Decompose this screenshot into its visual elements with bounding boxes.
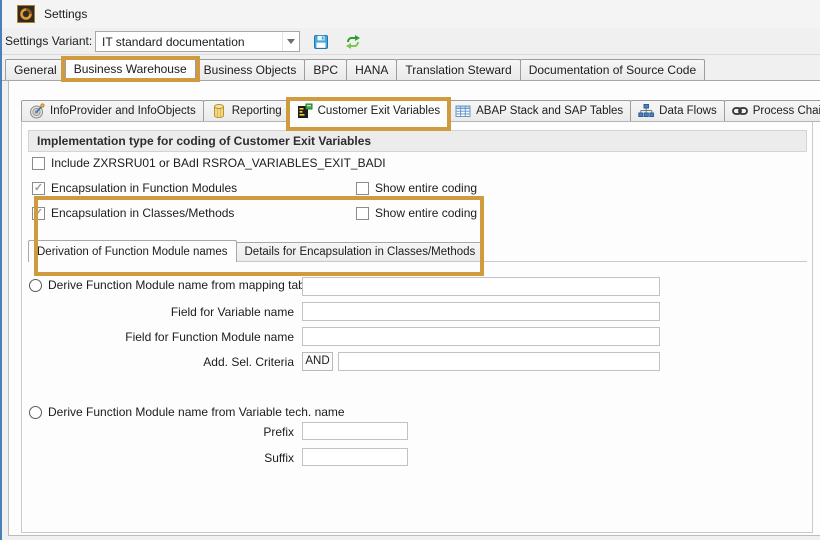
include-zxrsru01-checkbox[interactable]	[32, 157, 45, 170]
tab-details-for-encapsulation-in-classes-methods[interactable]: Details for Encapsulation in Classes/Met…	[236, 242, 485, 261]
encapsulation-function-modules-checkbox[interactable]: ✓	[32, 182, 45, 195]
gear-swirl-icon	[17, 5, 35, 23]
prefix-input[interactable]	[302, 422, 408, 440]
checkbox-label: Encapsulation in Classes/Methods	[51, 206, 234, 220]
save-button[interactable]	[311, 32, 331, 52]
tab-derivation-of-function-module-names[interactable]: Derivation of Function Module names	[28, 240, 237, 262]
variables-icon	[297, 103, 313, 119]
settings-variant-combobox[interactable]: IT standard documentation	[95, 31, 300, 52]
settings-variant-toolbar: Settings Variant: IT standard documentat…	[0, 28, 820, 55]
radio-row-mapping-table: Derive Function Module name from mapping…	[29, 275, 314, 295]
sap-table-icon	[455, 103, 471, 119]
refresh-button[interactable]	[343, 32, 363, 52]
radio-label: Derive Function Module name from Variabl…	[48, 405, 345, 419]
field-for-function-module-name-input[interactable]	[302, 327, 660, 346]
checkbox-row-encapsulation-function-modules: ✓ Encapsulation in Function Modules Show…	[32, 179, 802, 197]
tab-business-objects[interactable]: Business Objects	[195, 59, 306, 80]
suffix-input[interactable]	[302, 448, 408, 466]
suffix-label: Suffix	[22, 449, 294, 468]
tab-general[interactable]: General	[5, 59, 66, 80]
checkbox-label: Show entire coding	[375, 206, 477, 220]
refresh-arrows-icon	[345, 34, 361, 50]
tab-translation-steward[interactable]: Translation Steward	[396, 59, 520, 80]
title-bar: Settings	[0, 0, 820, 28]
radio-row-variable-tech-name: Derive Function Module name from Variabl…	[29, 402, 345, 422]
customer-exit-variables-panel: Implementation type for coding of Custom…	[21, 122, 813, 533]
add-sel-criteria-input[interactable]	[338, 352, 660, 371]
checkbox-row-encapsulation-classes-methods: ✓ Encapsulation in Classes/Methods Show …	[32, 204, 802, 222]
floppy-disk-icon	[313, 34, 329, 50]
field-for-function-module-name-label: Field for Function Module name	[22, 328, 294, 347]
infoprovider-target-icon	[29, 103, 45, 119]
tab-customer-exit-variables[interactable]: Customer Exit Variables	[289, 98, 449, 122]
tab-data-flows[interactable]: Data Flows	[630, 100, 725, 121]
window-left-edge	[0, 0, 2, 540]
and-operator-button[interactable]: AND	[302, 352, 333, 371]
section-header: Implementation type for coding of Custom…	[28, 130, 807, 152]
show-entire-coding-cm-checkbox[interactable]	[356, 207, 369, 220]
radio-label: Derive Function Module name from mapping…	[48, 278, 314, 292]
derive-from-mapping-table-radio[interactable]	[29, 279, 42, 292]
show-entire-coding-fm-checkbox[interactable]	[356, 182, 369, 195]
settings-variant-label: Settings Variant:	[5, 28, 92, 54]
tab-business-warehouse[interactable]: Business Warehouse	[65, 56, 196, 81]
derive-from-variable-tech-name-radio[interactable]	[29, 406, 42, 419]
tab-infoprovider-and-infoobjects[interactable]: InfoProvider and InfoObjects	[21, 100, 204, 121]
prefix-label: Prefix	[22, 423, 294, 442]
tab-reporting[interactable]: Reporting	[203, 100, 290, 121]
checkbox-row-include-zxrsru01: Include ZXRSRU01 or BAdI RSROA_VARIABLES…	[32, 154, 802, 172]
window-title: Settings	[44, 0, 87, 28]
mapping-table-input[interactable]	[302, 277, 660, 296]
tab-abap-stack-and-sap-tables[interactable]: ABAP Stack and SAP Tables	[447, 100, 631, 121]
settings-variant-value: IT standard documentation	[96, 35, 282, 49]
tab-documentation-of-source-code[interactable]: Documentation of Source Code	[520, 59, 705, 80]
detail-tab-strip: Derivation of Function Module names Deta…	[28, 239, 807, 262]
business-warehouse-page: InfoProvider and InfoObjects Reporting	[8, 81, 820, 536]
encapsulation-classes-methods-checkbox[interactable]: ✓	[32, 207, 45, 220]
reporting-database-icon	[211, 103, 227, 119]
chain-link-icon	[732, 103, 748, 119]
checkbox-label: Include ZXRSRU01 or BAdI RSROA_VARIABLES…	[51, 156, 386, 170]
tab-hana[interactable]: HANA	[346, 59, 397, 80]
bw-sub-tab-strip: InfoProvider and InfoObjects Reporting	[21, 97, 820, 122]
data-flow-tree-icon	[638, 103, 654, 119]
checkbox-label: Encapsulation in Function Modules	[51, 181, 237, 195]
tab-process-chains[interactable]: Process Chains	[724, 100, 820, 121]
main-tab-strip: General Business Warehouse Business Obje…	[0, 55, 820, 81]
checkbox-label: Show entire coding	[375, 181, 477, 195]
tab-bpc[interactable]: BPC	[304, 59, 347, 80]
field-for-variable-name-input[interactable]	[302, 302, 660, 321]
field-for-variable-name-label: Field for Variable name	[22, 303, 294, 322]
chevron-down-icon[interactable]	[282, 32, 299, 51]
add-sel-criteria-label: Add. Sel. Criteria	[22, 353, 294, 372]
